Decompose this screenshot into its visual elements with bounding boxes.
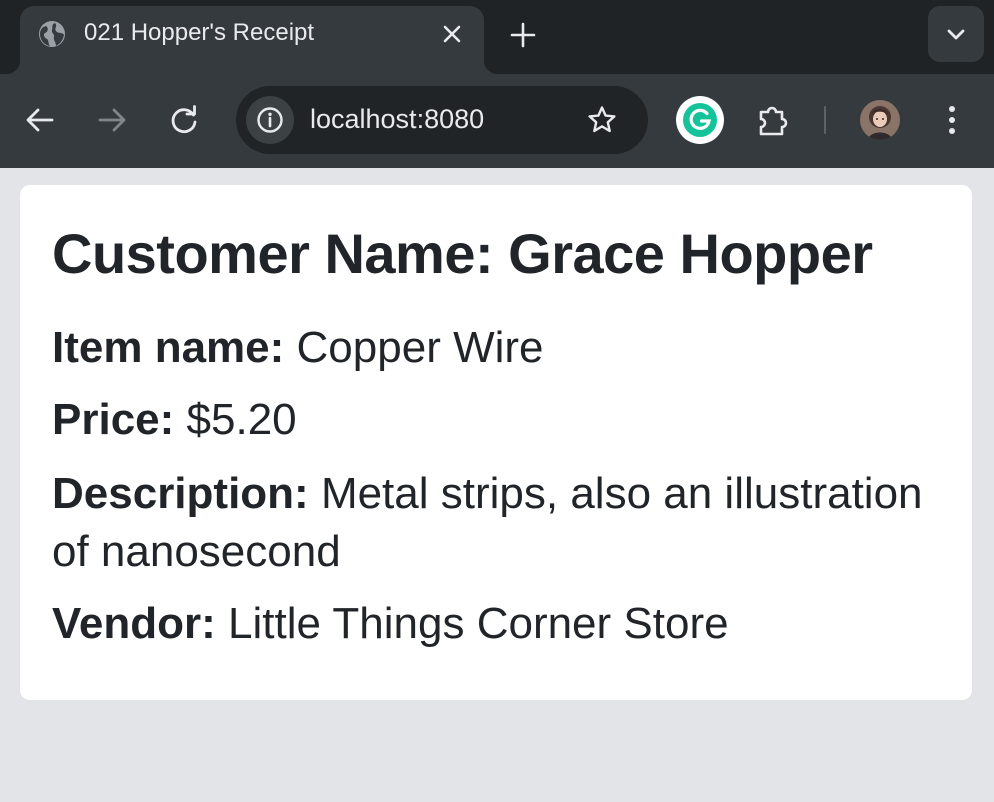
field-value: $5.20 bbox=[186, 395, 297, 444]
field-value: Little Things Corner Store bbox=[228, 599, 729, 648]
avatar[interactable] bbox=[860, 100, 900, 140]
tab-search-button[interactable] bbox=[928, 6, 984, 62]
field-label: Price: bbox=[52, 395, 175, 444]
price-field: Price: $5.20 bbox=[52, 391, 932, 449]
browser-toolbar: localhost:8080 bbox=[0, 74, 994, 168]
arrow-right-icon[interactable] bbox=[94, 102, 130, 138]
browser-tab[interactable]: 021 Hopper's Receipt bbox=[6, 6, 498, 74]
plus-icon[interactable] bbox=[508, 20, 538, 50]
close-icon[interactable] bbox=[438, 20, 466, 48]
tab-strip: 021 Hopper's Receipt bbox=[0, 0, 994, 74]
chevron-down-icon bbox=[947, 29, 965, 40]
field-label: Description: bbox=[52, 469, 309, 518]
customer-name-heading: Customer Name: Grace Hopper bbox=[52, 222, 873, 285]
puzzle-icon[interactable] bbox=[754, 102, 792, 140]
info-icon bbox=[257, 107, 283, 133]
grammarly-icon bbox=[683, 103, 717, 137]
address-bar[interactable]: localhost:8080 bbox=[236, 86, 648, 154]
site-info-button[interactable] bbox=[246, 96, 294, 144]
description-field: Description: Metal strips, also an illus… bbox=[52, 465, 932, 581]
grammarly-extension-button[interactable] bbox=[676, 96, 724, 144]
url-text[interactable]: localhost:8080 bbox=[310, 104, 484, 135]
star-icon[interactable] bbox=[586, 104, 618, 136]
reload-icon[interactable] bbox=[166, 102, 202, 138]
profile-picture bbox=[860, 100, 900, 140]
field-value: Copper Wire bbox=[296, 323, 544, 372]
vendor-field: Vendor: Little Things Corner Store bbox=[52, 595, 932, 653]
arrow-left-icon[interactable] bbox=[22, 102, 58, 138]
kebab-menu-icon[interactable] bbox=[936, 102, 968, 138]
field-label: Vendor: bbox=[52, 599, 216, 648]
receipt-card: Customer Name: Grace Hopper Item name: C… bbox=[20, 185, 972, 700]
globe-icon bbox=[39, 21, 65, 47]
field-label: Item name: bbox=[52, 323, 285, 372]
item-name-field: Item name: Copper Wire bbox=[52, 319, 932, 377]
toolbar-separator bbox=[824, 106, 826, 134]
tab-title: 021 Hopper's Receipt bbox=[84, 19, 315, 46]
